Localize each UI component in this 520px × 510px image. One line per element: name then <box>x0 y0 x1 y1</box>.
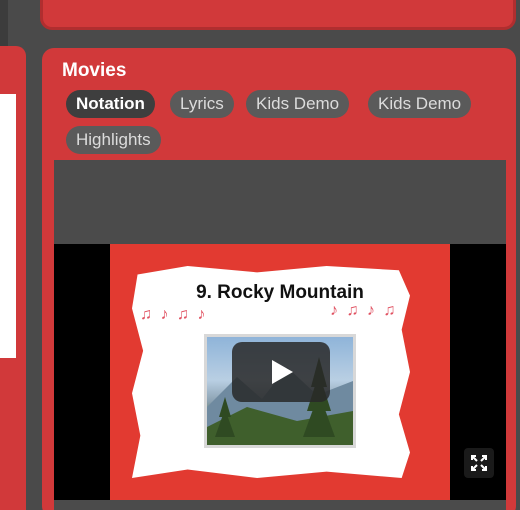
video-player[interactable]: 9. Rocky Mountain ♫ ♪ ♫ ♪ ♪ ♫ ♪ ♫ <box>54 160 506 510</box>
tab-lyrics[interactable]: Lyrics <box>170 90 234 118</box>
tab-kids-demo-2[interactable]: Kids Demo <box>368 90 472 118</box>
thumbnail-title: 9. Rocky Mountain <box>196 282 364 303</box>
top-card <box>40 0 516 30</box>
fullscreen-icon <box>471 455 487 471</box>
video-thumbnail: 9. Rocky Mountain ♫ ♪ ♫ ♪ ♪ ♫ ♪ ♫ <box>110 244 450 500</box>
play-button[interactable] <box>232 342 330 402</box>
player-bottom-strip <box>54 500 506 510</box>
tab-notation[interactable]: Notation <box>66 90 155 118</box>
tab-highlights[interactable]: Highlights <box>66 126 161 154</box>
movies-card: Movies Notation Lyrics Kids Demo Kids De… <box>42 48 516 510</box>
left-panel-content <box>0 94 16 358</box>
tab-kids-demo-1[interactable]: Kids Demo <box>246 90 350 118</box>
movies-title: Movies <box>62 60 127 81</box>
music-notes-icon: ♫ ♪ ♫ ♪ <box>140 306 208 323</box>
fullscreen-button[interactable] <box>464 448 494 478</box>
video-frame[interactable]: 9. Rocky Mountain ♫ ♪ ♫ ♪ ♪ ♫ ♪ ♫ <box>54 244 506 500</box>
music-notes-icon: ♪ ♫ ♪ ♫ <box>330 302 398 319</box>
left-panel <box>0 46 26 510</box>
play-icon <box>272 360 293 384</box>
